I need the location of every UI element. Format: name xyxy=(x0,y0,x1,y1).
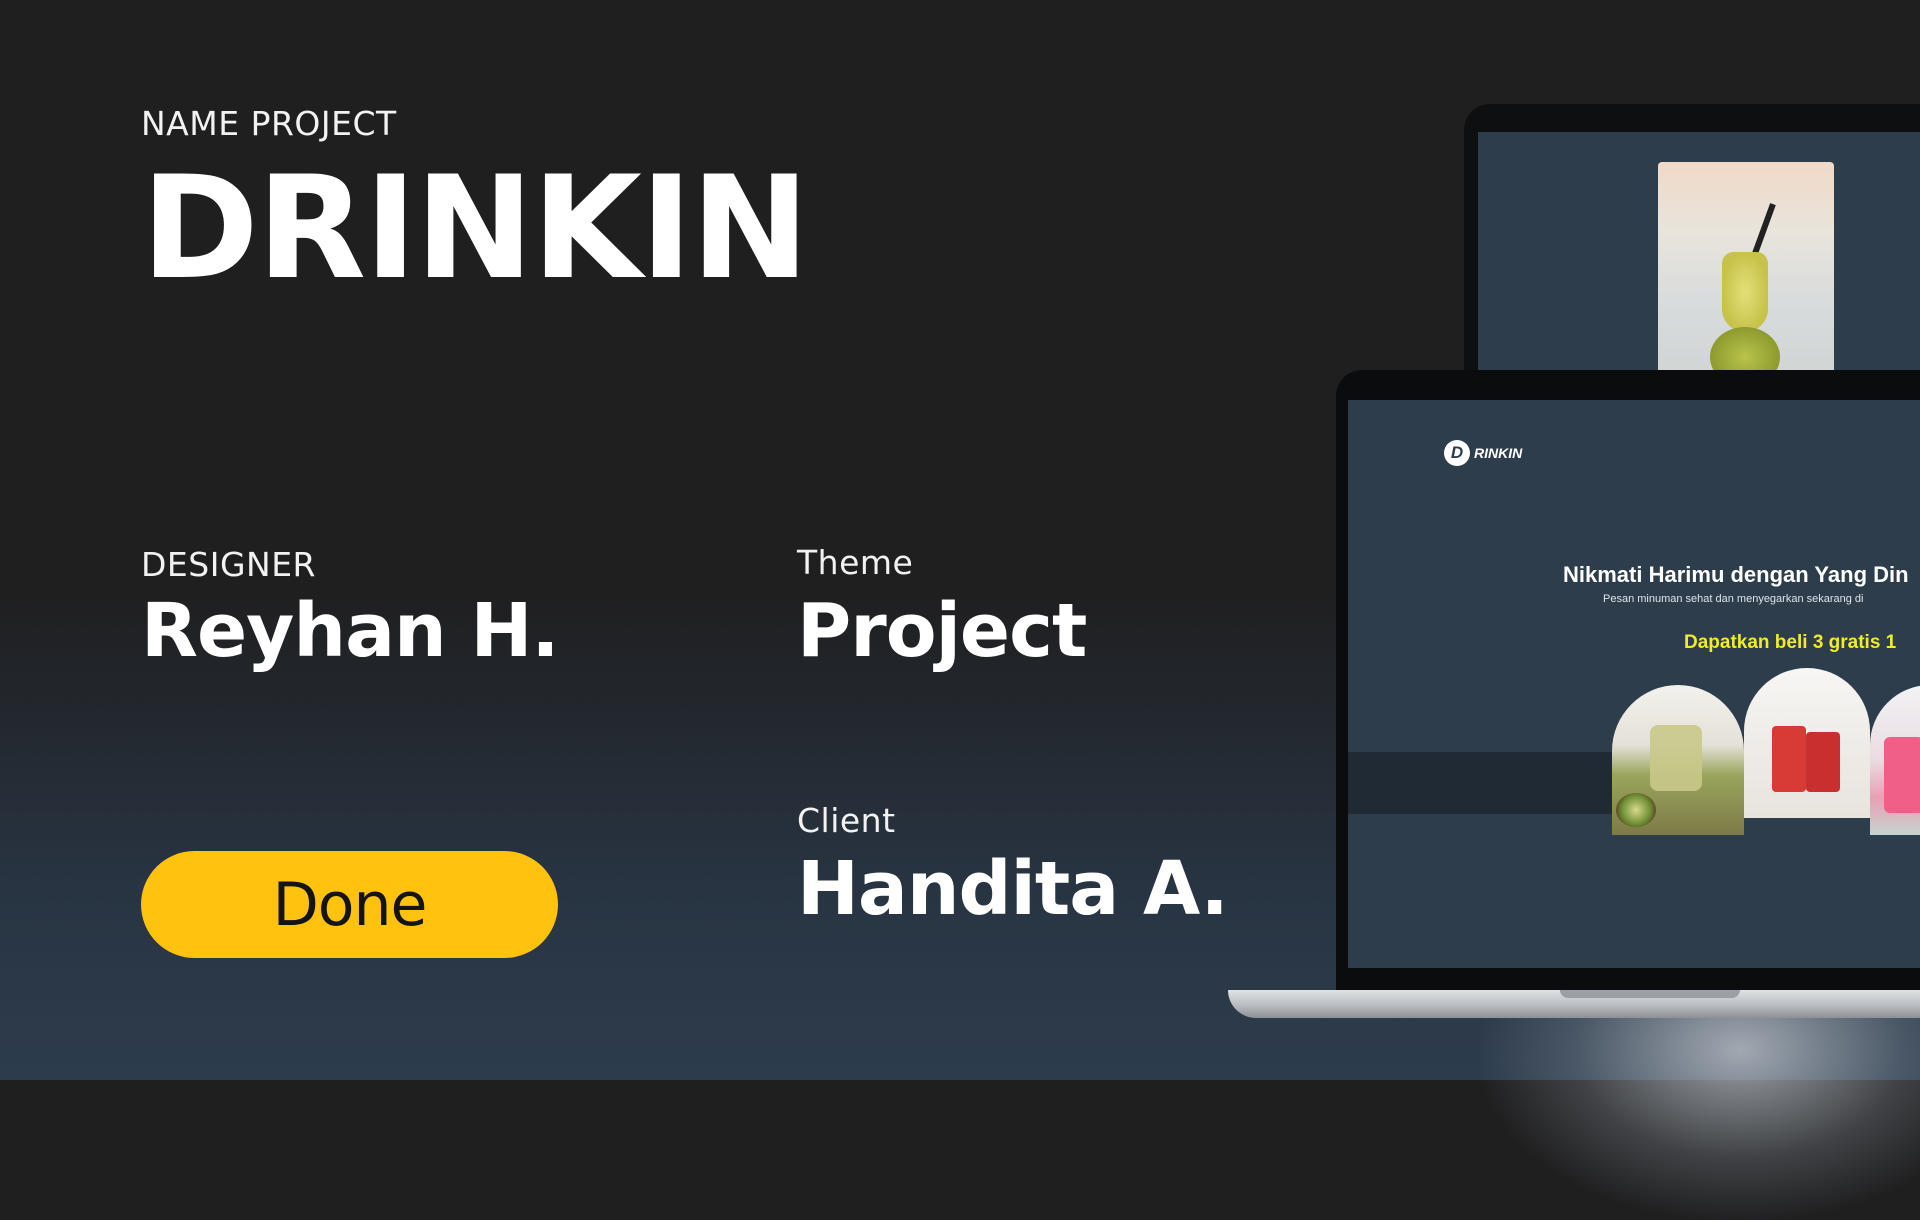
watermelon-drink-glass xyxy=(1806,732,1840,792)
site-headline: Nikmati Harimu dengan Yang Din xyxy=(1563,562,1909,587)
site-subheadline: Pesan minuman sehat dan menyegarkan seka… xyxy=(1603,593,1864,605)
back-laptop-mockup xyxy=(1464,104,1920,404)
pink-drink-glass xyxy=(1884,737,1920,813)
theme-label: Theme xyxy=(797,543,914,582)
laptop-notch xyxy=(1560,990,1740,998)
status-done-button[interactable]: Done xyxy=(141,851,558,958)
theme-value: Project xyxy=(797,588,1087,674)
site-logo: D RINKIN xyxy=(1444,440,1522,466)
front-laptop-screen: D RINKIN Ho Nikmati Harimu dengan Yang D… xyxy=(1348,400,1920,968)
project-name-label: NAME PROJECT xyxy=(141,104,397,143)
designer-label: DESIGNER xyxy=(141,545,316,584)
drink-card-watermelon xyxy=(1744,668,1870,818)
watermelon-drink-glass xyxy=(1772,726,1806,792)
juice-photo xyxy=(1658,162,1834,392)
kiwi-drink-glass xyxy=(1650,725,1702,791)
logo-text: RINKIN xyxy=(1474,445,1523,461)
drink-card-kiwi xyxy=(1612,685,1744,835)
designer-name: Reyhan H. xyxy=(141,588,560,674)
kiwi-fruit xyxy=(1616,793,1656,827)
project-title: DRINKIN xyxy=(141,146,810,311)
drink-card-pink xyxy=(1870,685,1920,835)
site-promo: Dapatkan beli 3 gratis 1 xyxy=(1684,632,1897,653)
client-label: Client xyxy=(797,801,896,840)
back-laptop-screen xyxy=(1478,132,1920,404)
logo-icon: D xyxy=(1444,440,1470,466)
juice-glass-shape xyxy=(1722,252,1768,332)
client-name: Handita A. xyxy=(797,846,1229,932)
front-laptop-mockup: D RINKIN Ho Nikmati Harimu dengan Yang D… xyxy=(1336,370,1920,992)
